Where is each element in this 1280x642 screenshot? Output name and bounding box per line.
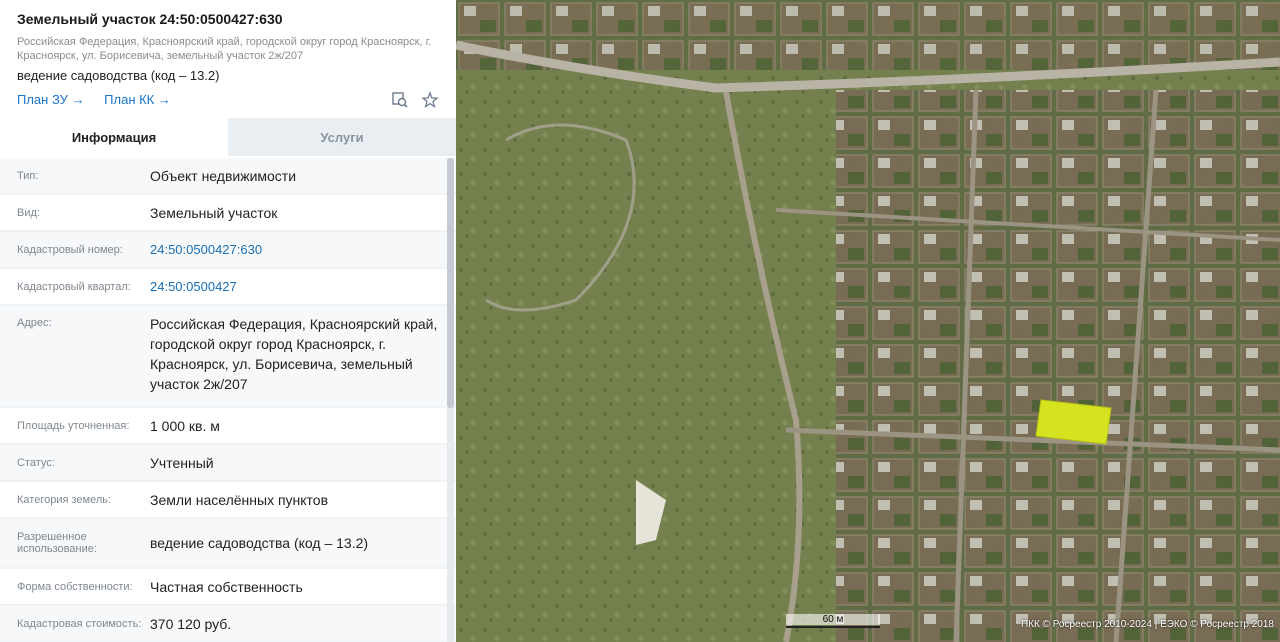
row-label: Категория земель: <box>17 493 112 506</box>
plan-links: План ЗУ → План КК → <box>17 92 187 107</box>
row-label: Кадастровый номер: <box>17 243 123 256</box>
usage-text: ведение садоводства (код – 13.2) <box>17 68 220 83</box>
map-scale: 60 м <box>786 614 880 630</box>
map-attribution: ПКК © Росреестр 2010-2024 | ЕЭКО © Росре… <box>1020 619 1274 630</box>
row-permitted-use: Разрешенное использование: ведение садов… <box>0 519 456 569</box>
panel-scrollbar[interactable] <box>447 158 454 642</box>
tab-services[interactable]: Услуги <box>228 118 456 156</box>
header-icons <box>391 91 439 109</box>
row-address: Адрес: Российская Федерация, Красноярски… <box>0 306 456 408</box>
row-value: Учтенный <box>150 454 214 471</box>
row-value: Земли населённых пунктов <box>150 491 329 508</box>
row-value: ведение садоводства (код – 13.2) <box>150 535 369 551</box>
scale-label: 60 м <box>786 614 880 625</box>
page-title: Земельный участок 24:50:0500427:630 <box>17 11 283 27</box>
star-icon[interactable] <box>421 91 439 109</box>
row-land-category: Категория земель: Земли населённых пункт… <box>0 482 456 519</box>
scale-line <box>786 626 880 628</box>
satellite-imagery <box>456 0 1280 642</box>
row-ownership: Форма собственности: Частная собственнос… <box>0 569 456 606</box>
plan-zu-link[interactable]: План ЗУ → <box>17 92 85 107</box>
address-subtitle: Российская Федерация, Красноярский край,… <box>17 36 432 62</box>
info-table: Тип: Объект недвижимости Вид: Земельный … <box>0 158 456 642</box>
row-label: Адрес: <box>17 317 52 329</box>
tab-information[interactable]: Информация <box>0 118 228 156</box>
row-value: 1 000 кв. м <box>150 417 220 434</box>
cadastral-quarter-link[interactable]: 24:50:0500427 <box>150 277 456 297</box>
row-type: Тип: Объект недвижимости <box>0 158 456 195</box>
search-on-map-icon[interactable] <box>391 91 409 109</box>
row-value: 370 120 руб. <box>150 615 232 632</box>
cadastral-number-link[interactable]: 24:50:0500427:630 <box>150 240 456 260</box>
scrollbar-thumb[interactable] <box>447 158 454 408</box>
plan-kk-link[interactable]: План КК → <box>104 92 171 107</box>
row-value: Земельный участок <box>150 204 278 221</box>
row-label: Форма собственности: <box>17 580 133 593</box>
selected-parcel[interactable] <box>1035 399 1112 445</box>
map-view[interactable]: 60 м ПКК © Росреестр 2010-2024 | ЕЭКО © … <box>456 0 1280 642</box>
info-panel: Земельный участок 24:50:0500427:630 Росс… <box>0 0 456 642</box>
row-label: Вид: <box>17 206 40 219</box>
row-label: Разрешенное использование: <box>17 531 97 555</box>
row-label: Статус: <box>17 456 55 469</box>
row-label: Кадастровый квартал: <box>17 280 131 293</box>
row-label: Кадастровая стоимость: <box>17 617 142 630</box>
row-value: Частная собственность <box>150 578 303 595</box>
row-area: Площадь уточненная: 1 000 кв. м <box>0 408 456 445</box>
row-cadastral-number: Кадастровый номер: 24:50:0500427:630 <box>0 232 456 269</box>
tab-bar: Информация Услуги <box>0 118 456 156</box>
row-label: Тип: <box>17 169 39 182</box>
row-status: Статус: Учтенный <box>0 445 456 482</box>
row-cadastral-quarter: Кадастровый квартал: 24:50:0500427 <box>0 269 456 306</box>
row-label: Площадь уточненная: <box>17 419 130 432</box>
row-cadastral-value: Кадастровая стоимость: 370 120 руб. <box>0 606 456 642</box>
row-kind: Вид: Земельный участок <box>0 195 456 232</box>
row-value: Объект недвижимости <box>150 167 297 184</box>
row-value: Российская Федерация, Красноярский край,… <box>150 316 438 392</box>
